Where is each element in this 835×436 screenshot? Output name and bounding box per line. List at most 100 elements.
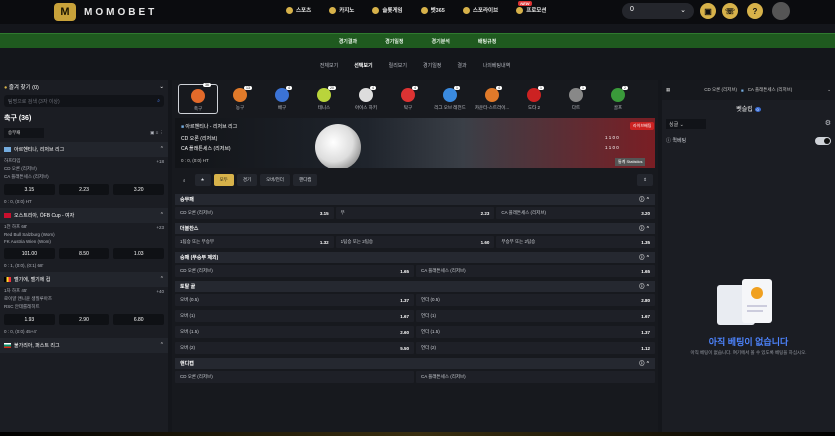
- market-header[interactable]: 더블찬스 ⓘ ⌃: [175, 223, 655, 234]
- market-header[interactable]: 토탈 골 ⓘ ⌃: [175, 281, 655, 292]
- market-controls-icon[interactable]: ⓘ ⌃: [639, 225, 650, 232]
- help-icon[interactable]: ?: [747, 3, 763, 19]
- market-controls-icon[interactable]: ⓘ ⌃: [639, 283, 650, 290]
- market-header[interactable]: 승무패 ⓘ ⌃: [175, 194, 655, 205]
- sport-tab[interactable]: 2 골프: [598, 85, 638, 111]
- odds-value: 1.37: [641, 329, 650, 335]
- expand-icon[interactable]: ⇕: [637, 174, 653, 186]
- tab-results[interactable]: 결과: [457, 62, 466, 69]
- odds-cell[interactable]: 무 2.23: [335, 207, 495, 219]
- league-block: 오스트리아, ÖFB Cup - 여자 ⌃ 1전 하프 68' +23 Red Bu…: [0, 208, 168, 269]
- odds-value: 3.20: [641, 210, 651, 216]
- balance-dropdown[interactable]: 0 ⌄: [622, 3, 694, 19]
- odds-away[interactable]: 3.20: [113, 184, 165, 195]
- nav-slots[interactable]: 슬롯게임: [372, 6, 403, 14]
- tab-my-bets[interactable]: 나의베팅내역: [483, 62, 511, 69]
- odds-cell[interactable]: 오버 (2) 5.50: [175, 342, 414, 354]
- left-sidebar: ● 즐겨 찾기 (0) ⌄ 팀명으로 검색 (3자 이상) ⌕ 축구 (36) 승무…: [0, 80, 168, 436]
- league-header[interactable]: 불가리아, 퍼스트 리그 ⌃: [0, 338, 168, 353]
- betslip-title: 벳슬립 0: [736, 107, 761, 113]
- sport-tab[interactable]: 4 아이스 하키: [346, 85, 386, 111]
- chevron-down-icon[interactable]: ⌄: [827, 87, 831, 93]
- nav-rules[interactable]: 배팅규정: [478, 38, 496, 45]
- nav-analysis[interactable]: 경기분석: [432, 38, 450, 45]
- star-icon[interactable]: ★: [194, 174, 211, 186]
- odds-away[interactable]: 1.03: [113, 248, 165, 259]
- tab-over-under[interactable]: 오버/언더: [260, 174, 290, 186]
- odds-cell[interactable]: 언더 (1.5) 1.37: [416, 326, 655, 338]
- market-header[interactable]: 핸디캡 ⓘ ⌃: [175, 358, 655, 369]
- avatar[interactable]: [772, 2, 790, 20]
- hero-score-away: 1 1 0 0: [605, 145, 619, 150]
- sport-tab[interactable]: 1 도타 2: [514, 85, 554, 111]
- nav-sports[interactable]: 스포츠: [286, 6, 311, 14]
- market-controls-icon[interactable]: ⓘ ⌃: [639, 254, 650, 261]
- odds-cell[interactable]: 언더 (0.5) 2.80: [416, 294, 655, 306]
- market-controls-icon[interactable]: ⓘ ⌃: [639, 360, 650, 367]
- brand-logo[interactable]: M MOMOBET: [54, 3, 157, 21]
- sport-tab[interactable]: 4 배구: [262, 85, 302, 111]
- statistics-button[interactable]: 통계 Statistics: [615, 158, 646, 166]
- sport-tab[interactable]: 1 다트: [556, 85, 596, 111]
- grid-icon[interactable]: ▦: [666, 87, 670, 93]
- team-search-input[interactable]: 팀명으로 검색 (3자 이상) ⌕: [4, 95, 164, 107]
- odds-away[interactable]: 6.80: [113, 314, 165, 325]
- odds-cell[interactable]: CD 오론 (리저브): [175, 371, 414, 383]
- tab-all-markets[interactable]: 모두: [213, 174, 234, 186]
- odds-cell[interactable]: 언더 (1) 1.67: [416, 310, 655, 322]
- nav-bet365[interactable]: 벳365: [420, 6, 445, 14]
- sport-tab[interactable]: 4 탁구: [388, 85, 428, 111]
- quickbet-toggle[interactable]: [815, 137, 831, 145]
- odds-draw[interactable]: 8.50: [58, 248, 110, 259]
- odds-cell[interactable]: CA 플래튼세스 (리저브) 1.65: [416, 265, 655, 277]
- odds-cell[interactable]: 오버 (1) 1.67: [175, 310, 414, 322]
- odds-draw[interactable]: 2.90: [58, 314, 110, 325]
- odds-cell[interactable]: 오버 (0.5) 1.37: [175, 294, 414, 306]
- nav-results[interactable]: 경기결과: [339, 38, 357, 45]
- league-header[interactable]: 아르헨티나, 리저브 리그 ⌃: [0, 142, 168, 157]
- sport-icon: [401, 87, 415, 102]
- odds-home[interactable]: 101.00: [4, 248, 55, 259]
- odds-cell[interactable]: 언더 (2) 1.12: [416, 342, 655, 354]
- nav-promotions[interactable]: NEW 프로모션: [516, 1, 546, 14]
- tab-list[interactable]: 릴리보기: [389, 62, 407, 69]
- support-icon[interactable]: ☏: [722, 3, 738, 19]
- tab-match[interactable]: 경기: [236, 174, 258, 186]
- odds-cell[interactable]: CD 오론 (리저브) 3.15: [175, 207, 334, 219]
- odds-cell[interactable]: CD 오론 (리저브) 1.65: [175, 265, 414, 277]
- sport-tab[interactable]: 4 카운터-스트라이...: [472, 85, 512, 111]
- sport-tab[interactable]: 1 리그 오브 레전드: [430, 85, 470, 111]
- bet-type-select[interactable]: 싱글 ⌄: [666, 119, 706, 129]
- odds-cell[interactable]: 무승부 또는 2팀승 1.35: [496, 236, 656, 248]
- league-header[interactable]: 벨기에, 벨기에 컵 ⌃: [0, 272, 168, 287]
- tab-handicap[interactable]: 핸디캡: [292, 174, 318, 186]
- odds-home[interactable]: 3.15: [4, 184, 55, 195]
- settings-icon[interactable]: ⋮: [160, 130, 165, 135]
- odds-cell[interactable]: 1팀승 또는 2팀승 1.60: [335, 236, 495, 248]
- odds-cell[interactable]: 1팀승 또는 무승부 1.32: [175, 236, 334, 248]
- tab-schedule[interactable]: 경기일정: [423, 62, 441, 69]
- wallet-icon[interactable]: ▣: [700, 3, 716, 19]
- nav-schedule[interactable]: 경기일정: [385, 38, 403, 45]
- market-header[interactable]: 승패 (무승부 제외) ⓘ ⌃: [175, 252, 655, 263]
- odds-cell[interactable]: CA 플래튼세스 (리저브) 3.20: [496, 207, 656, 219]
- market-filter-select[interactable]: 승무패: [4, 128, 44, 138]
- favorites-header[interactable]: ● 즐겨 찾기 (0) ⌄: [0, 80, 168, 93]
- tab-selected[interactable]: 선택보기: [354, 62, 372, 69]
- odds-cell[interactable]: 오버 (1.5) 2.60: [175, 326, 414, 338]
- market-controls-icon[interactable]: ⓘ ⌃: [639, 196, 650, 203]
- odds-draw[interactable]: 2.23: [58, 184, 110, 195]
- settings-icon[interactable]: ⚙: [825, 119, 831, 129]
- sport-tab[interactable]: 13 농구: [220, 85, 260, 111]
- video-icon[interactable]: ▣: [150, 130, 154, 135]
- league-header[interactable]: 오스트리아, ÖFB Cup - 여자 ⌃: [0, 208, 168, 223]
- menu-icon[interactable]: ≡: [156, 130, 159, 135]
- odds-cell[interactable]: CA 플래튼세스 (리저브): [416, 371, 655, 383]
- nav-casino[interactable]: 카지노: [329, 6, 354, 14]
- tab-all[interactable]: 전체보기: [320, 62, 338, 69]
- nav-sports-live[interactable]: 스포라이브: [462, 6, 498, 14]
- odds-home[interactable]: 1.93: [4, 314, 55, 325]
- search-icon[interactable]: ⌕: [177, 175, 192, 186]
- sport-tab[interactable]: 20 테니스: [304, 85, 344, 111]
- sport-tab[interactable]: 36 축구: [178, 83, 218, 114]
